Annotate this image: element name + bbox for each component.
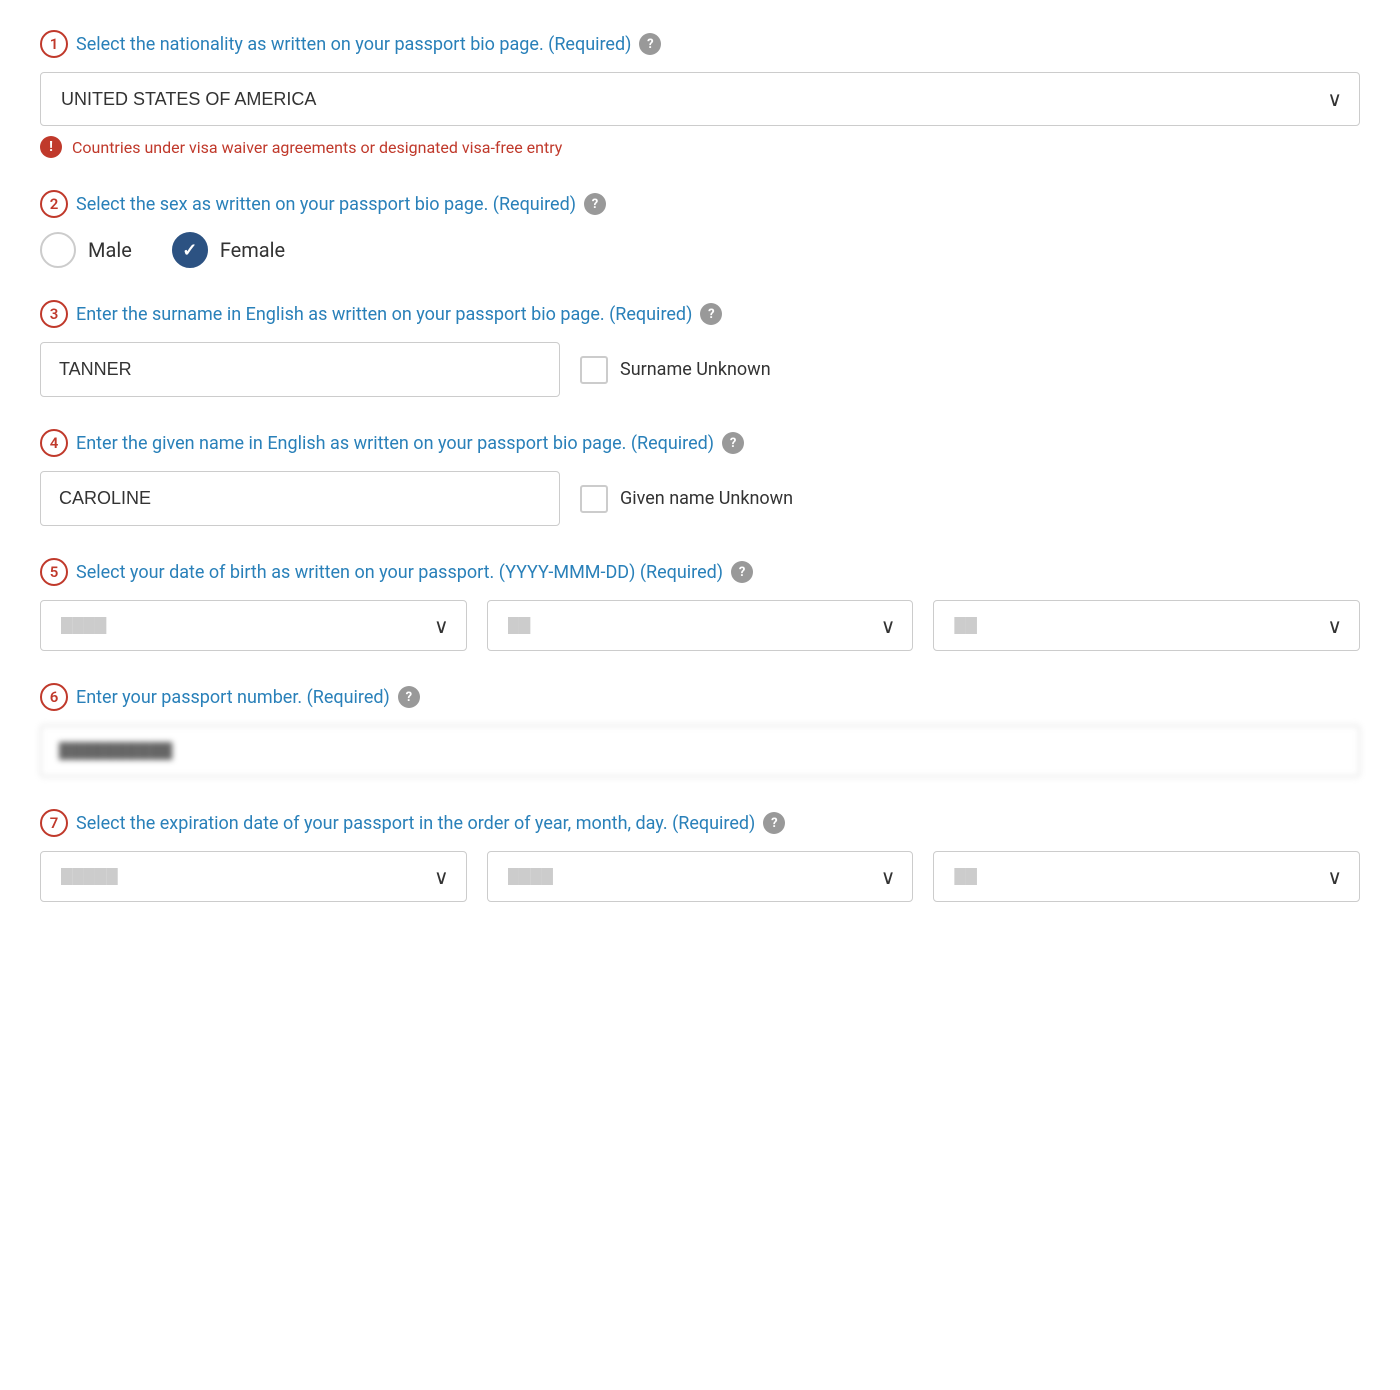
q1-label: 1 Select the nationality as written on y… [40,30,1360,58]
dob-day-wrapper: ██ ∨ [933,600,1360,651]
q6-help-icon[interactable]: ? [398,686,420,708]
q3-help-icon[interactable]: ? [700,303,722,325]
q2-help-icon[interactable]: ? [584,193,606,215]
q6-label: 6 Enter your passport number. (Required)… [40,683,1360,711]
q3-text: Enter the surname in English as written … [76,304,692,325]
passport-expiry-section: 7 Select the expiration date of your pas… [40,809,1360,902]
sex-radio-group: Male Female [40,232,1360,268]
male-label: Male [88,238,132,262]
q4-text: Enter the given name in English as writt… [76,433,714,454]
male-option[interactable]: Male [40,232,132,268]
surname-unknown-checkbox[interactable] [580,356,608,384]
q4-number: 4 [40,429,68,457]
q3-number: 3 [40,300,68,328]
q5-label: 5 Select your date of birth as written o… [40,558,1360,586]
q7-label: 7 Select the expiration date of your pas… [40,809,1360,837]
dob-section: 5 Select your date of birth as written o… [40,558,1360,651]
q2-number: 2 [40,190,68,218]
dob-month-wrapper: ██ ∨ [487,600,914,651]
expiry-month-select[interactable]: ████ [487,851,914,902]
surname-unknown-option[interactable]: Surname Unknown [580,356,771,384]
surname-section: 3 Enter the surname in English as writte… [40,300,1360,397]
surname-input-row: Surname Unknown [40,342,1360,397]
q2-text: Select the sex as written on your passpo… [76,194,576,215]
dob-year-wrapper: ████ ∨ [40,600,467,651]
dob-date-row: ████ ∨ ██ ∨ ██ ∨ [40,600,1360,651]
given-name-unknown-label: Given name Unknown [620,488,793,509]
given-name-unknown-option[interactable]: Given name Unknown [580,485,793,513]
surname-input[interactable] [40,342,560,397]
q4-help-icon[interactable]: ? [722,432,744,454]
given-name-section: 4 Enter the given name in English as wri… [40,429,1360,526]
dob-day-select[interactable]: ██ [933,600,1360,651]
q2-label: 2 Select the sex as written on your pass… [40,190,1360,218]
q5-text: Select your date of birth as written on … [76,562,723,583]
given-name-input[interactable] [40,471,560,526]
expiry-day-select[interactable]: ██ [933,851,1360,902]
dob-year-select[interactable]: ████ [40,600,467,651]
q1-help-icon[interactable]: ? [639,33,661,55]
q5-number: 5 [40,558,68,586]
q7-number: 7 [40,809,68,837]
q6-number: 6 [40,683,68,711]
given-name-input-row: Given name Unknown [40,471,1360,526]
given-name-unknown-checkbox[interactable] [580,485,608,513]
q7-text: Select the expiration date of your passp… [76,813,755,834]
surname-unknown-label: Surname Unknown [620,359,771,380]
q7-help-icon[interactable]: ? [763,812,785,834]
q3-label: 3 Enter the surname in English as writte… [40,300,1360,328]
visa-waiver-warning: ! Countries under visa waiver agreements… [40,136,1360,158]
expiry-month-wrapper: ████ ∨ [487,851,914,902]
warning-text: Countries under visa waiver agreements o… [72,138,562,157]
q6-text: Enter your passport number. (Required) [76,687,390,708]
sex-section: 2 Select the sex as written on your pass… [40,190,1360,268]
passport-number-input[interactable] [40,725,1360,777]
warning-icon: ! [40,136,62,158]
nationality-select-wrapper: UNITED STATES OF AMERICA ∨ [40,72,1360,126]
female-option[interactable]: Female [172,232,285,268]
passport-number-section: 6 Enter your passport number. (Required)… [40,683,1360,777]
female-label: Female [220,238,285,262]
nationality-section: 1 Select the nationality as written on y… [40,30,1360,158]
expiry-date-row: █████ ∨ ████ ∨ ██ ∨ [40,851,1360,902]
male-radio[interactable] [40,232,76,268]
expiry-day-wrapper: ██ ∨ [933,851,1360,902]
expiry-year-wrapper: █████ ∨ [40,851,467,902]
female-radio[interactable] [172,232,208,268]
nationality-select[interactable]: UNITED STATES OF AMERICA [40,72,1360,126]
q5-help-icon[interactable]: ? [731,561,753,583]
q4-label: 4 Enter the given name in English as wri… [40,429,1360,457]
q1-text: Select the nationality as written on you… [76,34,631,55]
dob-month-select[interactable]: ██ [487,600,914,651]
q1-number: 1 [40,30,68,58]
expiry-year-select[interactable]: █████ [40,851,467,902]
